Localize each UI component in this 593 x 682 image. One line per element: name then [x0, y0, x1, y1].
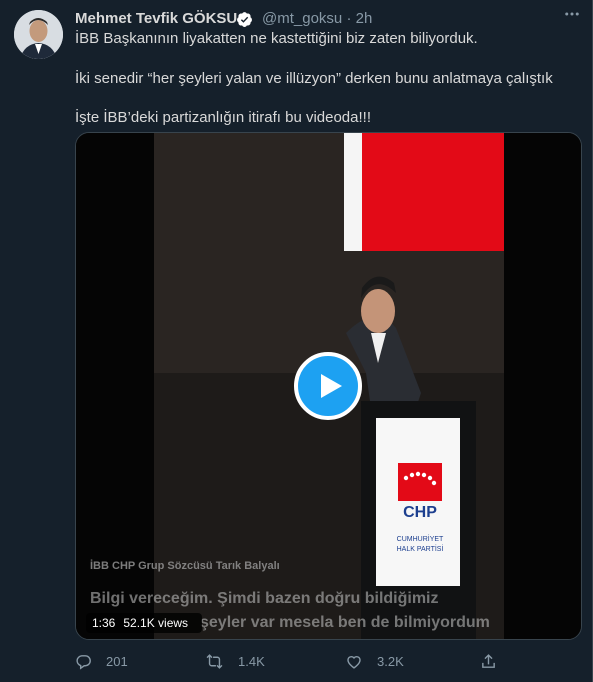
author-name[interactable]: Mehmet Tevfik GÖKSU: [75, 10, 237, 27]
like-icon: [347, 655, 361, 669]
retweet-count: 1.4K: [238, 653, 265, 669]
video-subtitle-line-2: şeyler var mesela ben de bilmiyordum: [200, 614, 490, 631]
tweet-text-line-3: İşte İBB’deki partizanlığın itirafı bu v…: [75, 109, 371, 126]
podium-line-2: HALK PARTİSİ: [397, 544, 444, 553]
more-icon[interactable]: [560, 5, 584, 29]
retweet-icon: [206, 653, 223, 669]
separator: ·: [346, 10, 352, 27]
reply-icon: [76, 654, 91, 670]
video-caption-name: İBB CHP Grup Sözcüsü Tarık Balyalı: [90, 559, 280, 572]
reply-count: 201: [106, 653, 128, 669]
avatar[interactable]: [14, 10, 63, 59]
retweet-button[interactable]: 1.4K: [205, 646, 265, 676]
video-duration: 1:36: [92, 616, 116, 630]
handle[interactable]: @mt_goksu: [262, 10, 342, 27]
tweet-text-line-2: İki senedir “her şeyleri yalan ve illüzy…: [75, 70, 553, 87]
share-button[interactable]: [480, 646, 511, 676]
verified-badge-icon: [237, 12, 252, 27]
like-count: 3.2K: [377, 653, 404, 669]
tweet: Mehmet Tevfik GÖKSU @mt_goksu · 2h İBB B…: [0, 0, 593, 682]
play-button[interactable]: [294, 352, 362, 420]
podium-logo: CHP: [403, 504, 437, 521]
video-views: 52.1K views: [123, 616, 189, 630]
tweet-actions: 201 1.4K 3.2K: [75, 646, 580, 676]
like-button[interactable]: 3.2K: [345, 646, 404, 676]
podium-line-1: CUMHURİYET: [397, 534, 444, 543]
video-subtitle-line-1: Bilgi vereceğim. Şimdi bazen doğru bildi…: [90, 590, 439, 607]
play-icon: [321, 374, 342, 398]
handle-and-time[interactable]: @mt_goksu · 2h: [262, 10, 372, 27]
timestamp[interactable]: 2h: [356, 10, 373, 27]
reply-button[interactable]: 201: [75, 646, 128, 676]
share-icon: [482, 653, 495, 668]
video-info-badge: 1:36 52.1K views: [86, 613, 203, 633]
tweet-text-line-1: İBB Başkanının liyakatten ne kastettiğin…: [75, 30, 478, 47]
